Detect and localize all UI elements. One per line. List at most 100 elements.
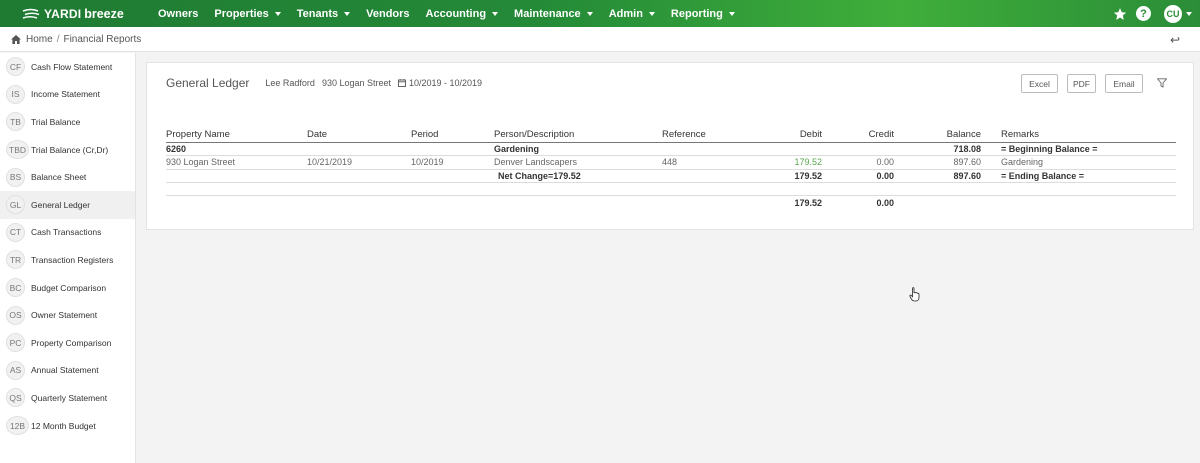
home-icon: [11, 34, 21, 44]
sidebar-item-quarterly-statement[interactable]: QS Quarterly Statement: [0, 384, 135, 412]
sidebar-item-balance-sheet[interactable]: BS Balance Sheet: [0, 163, 135, 191]
breadcrumb-separator: /: [56, 33, 60, 45]
sidebar-item-label: Income Statement: [31, 89, 100, 100]
email-button[interactable]: Email: [1105, 74, 1143, 93]
sidebar-item-income-statement[interactable]: IS Income Statement: [0, 81, 135, 109]
export-buttons: Excel PDF Email: [1012, 74, 1143, 93]
chevron-down-icon: [344, 11, 351, 16]
report-panel: General Ledger Lee Radford 930 Logan Str…: [146, 62, 1194, 230]
sidebar-item-transaction-registers[interactable]: TR Transaction Registers: [0, 246, 135, 274]
sidebar-item-trial-balance[interactable]: TB Trial Balance: [0, 108, 135, 136]
col-period[interactable]: Period: [411, 128, 494, 143]
col-person-description[interactable]: Person/Description: [494, 128, 662, 143]
sidebar-item-trial-balance-cr-dr[interactable]: TBD Trial Balance (Cr,Dr): [0, 136, 135, 164]
sidebar-item-label: Balance Sheet: [31, 172, 87, 183]
cell-debit-link[interactable]: 179.52: [762, 155, 822, 170]
col-remarks[interactable]: Remarks: [981, 128, 1176, 143]
col-debit[interactable]: Debit: [762, 128, 822, 143]
chevron-down-icon: [586, 11, 593, 16]
badge-qs: QS: [6, 388, 25, 408]
sidebar-item-cash-transactions[interactable]: CT Cash Transactions: [0, 219, 135, 247]
nav-owners[interactable]: Owners: [158, 8, 198, 20]
user-avatar[interactable]: CU: [1164, 4, 1182, 23]
report-property: 930 Logan Street: [321, 78, 391, 88]
sidebar-item-property-comparison[interactable]: PC Property Comparison: [0, 329, 135, 357]
badge-cf: CF: [6, 57, 25, 77]
report-date-range: 10/2019 - 10/2019: [409, 78, 483, 88]
sidebar-item-label: Budget Comparison: [31, 282, 107, 293]
table-header-row: Property Name Date Period Person/Descrip…: [166, 128, 1176, 143]
account-number: 6260: [166, 142, 307, 156]
nav-properties[interactable]: Properties: [214, 8, 281, 20]
user-menu-chevron-icon[interactable]: [1186, 11, 1192, 16]
col-reference[interactable]: Reference: [662, 128, 762, 143]
sidebar-item-label: Owner Statement: [31, 310, 98, 321]
sidebar-item-label: Quarterly Statement: [31, 392, 108, 403]
col-credit[interactable]: Credit: [822, 128, 894, 143]
chevron-down-icon: [492, 11, 499, 16]
sidebar-item-label: Cash Transactions: [31, 227, 102, 238]
nav-vendors[interactable]: Vendors: [366, 8, 409, 20]
sidebar-item-owner-statement[interactable]: OS Owner Statement: [0, 301, 135, 329]
beginning-balance: 718.08: [894, 142, 981, 156]
sidebar-item-annual-statement[interactable]: AS Annual Statement: [0, 357, 135, 385]
brand-breeze: breeze: [84, 6, 124, 21]
nav-tenants[interactable]: Tenants: [297, 8, 351, 20]
badge-os: OS: [6, 305, 25, 325]
cell-period: 10/2019: [411, 155, 494, 170]
badge-gl: GL: [6, 195, 25, 215]
breadcrumb: Home / Financial Reports ↩: [0, 27, 1200, 52]
chevron-down-icon: [274, 11, 281, 16]
pdf-button[interactable]: PDF: [1067, 74, 1096, 93]
badge-bs: BS: [6, 167, 25, 187]
nav-reporting[interactable]: Reporting: [671, 8, 735, 20]
sidebar-item-cash-flow-statement[interactable]: CF Cash Flow Statement: [0, 53, 135, 81]
spacer-row: [166, 182, 1176, 196]
badge-12b: 12B: [6, 416, 29, 436]
total-credit: 0.00: [876, 197, 894, 208]
nav-accounting[interactable]: Accounting: [426, 8, 499, 20]
nav-maintenance[interactable]: Maintenance: [514, 8, 593, 20]
nav-admin[interactable]: Admin: [609, 8, 655, 20]
general-ledger-table: Property Name Date Period Person/Descrip…: [166, 128, 1176, 210]
excel-button[interactable]: Excel: [1021, 74, 1058, 93]
report-header: General Ledger Lee Radford 930 Logan Str…: [166, 76, 489, 90]
badge-ct: CT: [6, 222, 25, 242]
sidebar-item-label: General Ledger: [31, 199, 91, 210]
col-balance[interactable]: Balance: [894, 128, 981, 143]
sidebar-item-12-month-budget[interactable]: 12B 12 Month Budget: [0, 412, 135, 440]
badge-as: AS: [6, 360, 25, 380]
breeze-logo-icon: [22, 8, 40, 19]
ending-balance: 897.60: [894, 169, 981, 183]
yardi-breeze-logo[interactable]: YARDI breeze: [22, 7, 156, 21]
table-row[interactable]: 930 Logan Street 10/21/2019 10/2019 Denv…: [166, 155, 1176, 170]
net-debit: 179.52: [762, 169, 822, 183]
sidebar-item-label: 12 Month Budget: [31, 420, 96, 431]
cell-credit: 0.00: [822, 155, 894, 170]
help-icon[interactable]: ?: [1136, 6, 1151, 21]
net-credit: 0.00: [822, 169, 894, 183]
badge-tbd: TBD: [6, 140, 29, 160]
sidebar-item-label: Trial Balance: [31, 116, 81, 127]
sidebar-item-label: Property Comparison: [31, 337, 112, 348]
back-icon[interactable]: ↩: [1170, 33, 1180, 47]
filter-icon[interactable]: [1157, 78, 1167, 88]
total-row: 179.52 0.00: [166, 196, 1176, 210]
sidebar-item-label: Trial Balance (Cr,Dr): [31, 144, 109, 155]
cell-property: 930 Logan Street: [166, 155, 307, 170]
badge-bc: BC: [6, 278, 25, 298]
sidebar-item-budget-comparison[interactable]: BC Budget Comparison: [0, 274, 135, 302]
nav-right: ? CU: [1113, 0, 1200, 27]
badge-is: IS: [6, 84, 25, 104]
badge-pc: PC: [6, 333, 25, 353]
cell-remarks: Gardening: [981, 155, 1176, 170]
net-change: Net Change=179.52: [494, 169, 662, 183]
sidebar-item-general-ledger[interactable]: GL General Ledger: [0, 190, 135, 219]
col-property-name[interactable]: Property Name: [166, 128, 307, 143]
cell-date: 10/21/2019: [307, 155, 411, 170]
col-date[interactable]: Date: [307, 128, 411, 143]
breadcrumb-home[interactable]: Home: [11, 34, 53, 45]
chevron-down-icon: [728, 11, 735, 16]
calendar-icon: [398, 79, 406, 87]
star-icon[interactable]: [1113, 7, 1127, 21]
